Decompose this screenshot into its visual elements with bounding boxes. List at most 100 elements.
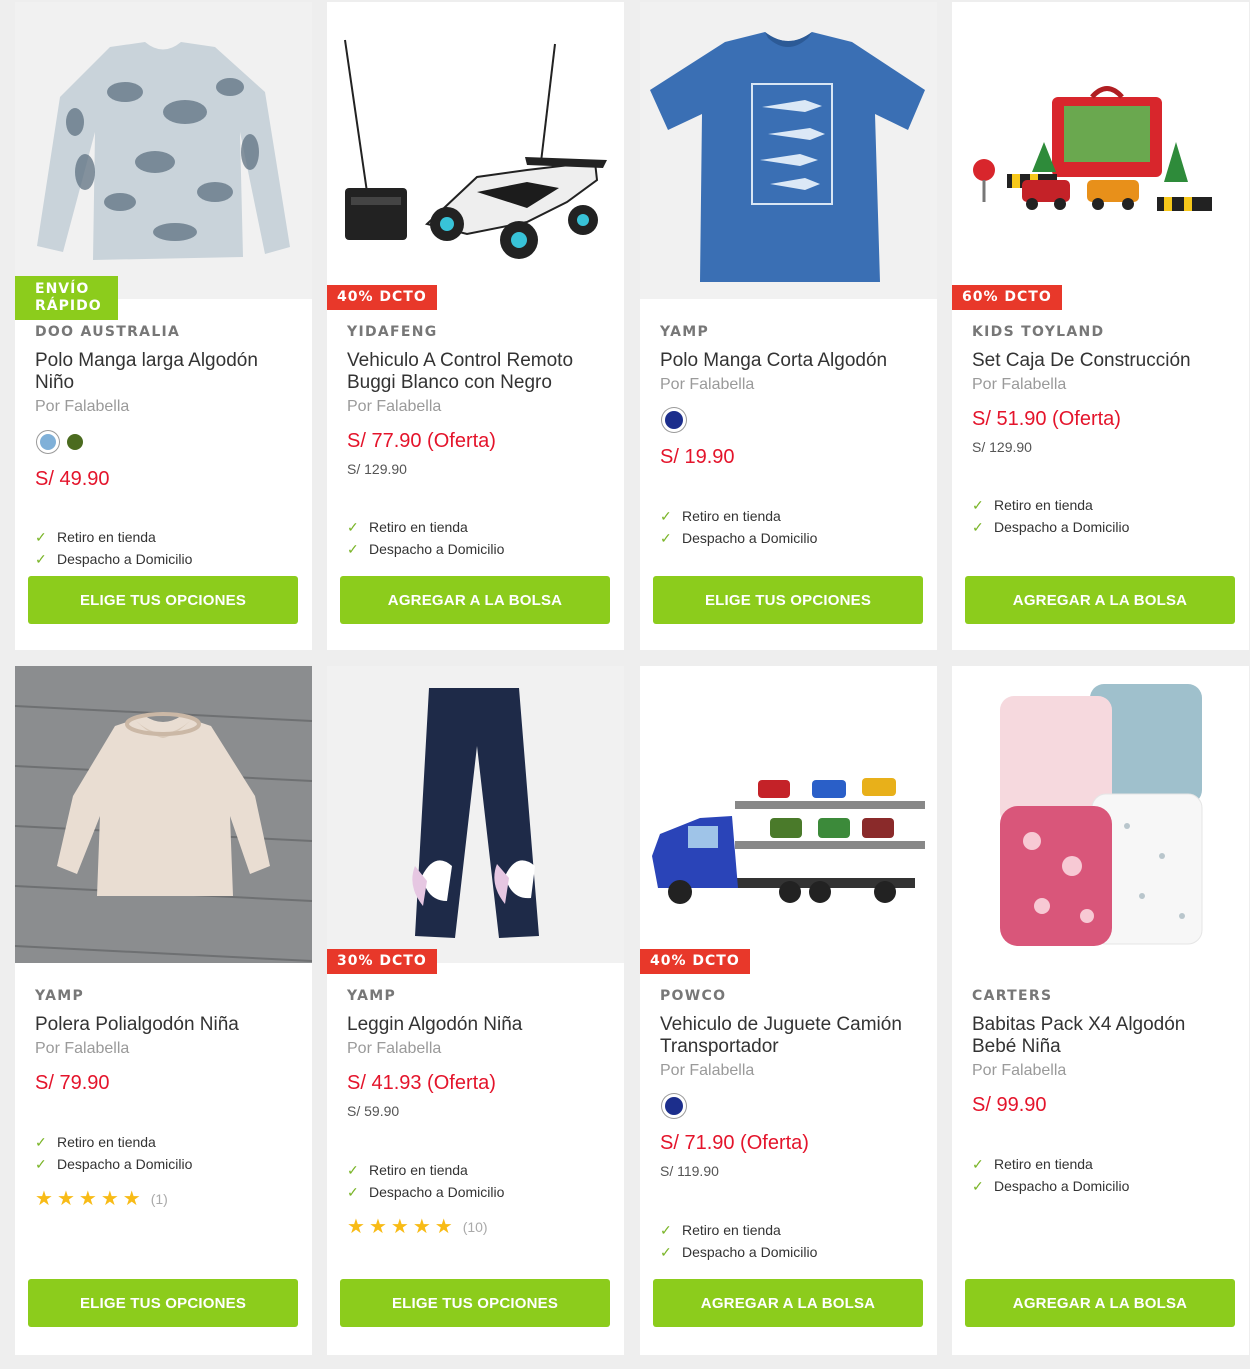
- star-icon: ★: [390, 1216, 409, 1238]
- check-icon: ✓: [347, 1162, 359, 1178]
- product-image[interactable]: [15, 2, 312, 299]
- check-icon: ✓: [35, 1134, 47, 1150]
- check-icon: ✓: [660, 1222, 672, 1238]
- choose-options-button[interactable]: ELIGE TUS OPCIONES: [340, 1279, 610, 1327]
- color-swatch-navy[interactable]: [665, 411, 683, 429]
- home-delivery-label: Despacho a Domicilio: [682, 1244, 818, 1260]
- rating-stars[interactable]: ★ ★ ★ ★ ★ (10): [347, 1214, 488, 1239]
- check-icon: ✓: [660, 530, 672, 546]
- product-image[interactable]: [15, 666, 312, 963]
- product-image[interactable]: [640, 666, 937, 963]
- add-to-bag-button[interactable]: AGREGAR A LA BOLSA: [653, 1279, 923, 1327]
- product-price: S/ 71.90 (Oferta): [660, 1132, 809, 1154]
- check-icon: ✓: [347, 541, 359, 557]
- home-delivery-label: Despacho a Domicilio: [682, 530, 818, 546]
- star-icon: ★: [368, 1216, 387, 1238]
- choose-options-button[interactable]: ELIGE TUS OPCIONES: [653, 576, 923, 624]
- product-seller: Por Falabella: [35, 1040, 130, 1057]
- check-icon: ✓: [35, 1156, 47, 1172]
- product-image[interactable]: [640, 2, 937, 299]
- product-price: S/ 77.90 (Oferta): [347, 430, 496, 452]
- product-title[interactable]: Polo Manga larga Algodón Niño: [35, 350, 298, 394]
- choose-options-button[interactable]: ELIGE TUS OPCIONES: [28, 576, 298, 624]
- product-title[interactable]: Leggin Algodón Niña: [347, 1014, 610, 1036]
- delivery-options: ✓ Retiro en tienda ✓ Despacho a Domicilio: [35, 1131, 192, 1175]
- store-pickup-label: Retiro en tienda: [369, 1162, 468, 1178]
- product-brand: POWCO: [660, 988, 727, 1004]
- color-swatch-olive[interactable]: [67, 434, 83, 450]
- store-pickup-label: Retiro en tienda: [682, 1222, 781, 1238]
- product-card[interactable]: ENVÍO RÁPIDO DOO AUSTRALIA Polo Manga la…: [15, 2, 312, 650]
- product-price: S/ 19.90: [660, 446, 735, 468]
- product-old-price: S/ 119.90: [660, 1163, 719, 1179]
- product-title[interactable]: Vehiculo A Control Remoto Buggi Blanco c…: [347, 350, 610, 394]
- product-card[interactable]: 30% DCTO YAMP Leggin Algodón Niña Por Fa…: [327, 666, 624, 1355]
- star-icon: ★: [434, 1216, 453, 1238]
- home-delivery-label: Despacho a Domicilio: [57, 551, 193, 567]
- product-card[interactable]: 40% DCTO YIDAFENG Vehiculo A Control Rem…: [327, 2, 624, 650]
- rating-stars[interactable]: ★ ★ ★ ★ ★ (1): [35, 1186, 168, 1211]
- add-to-bag-button[interactable]: AGREGAR A LA BOLSA: [340, 576, 610, 624]
- product-title[interactable]: Vehiculo de Juguete Camión Transportador: [660, 1014, 923, 1058]
- product-card[interactable]: YAMP Polera Polialgodón Niña Por Falabel…: [15, 666, 312, 1355]
- product-title[interactable]: Babitas Pack X4 Algodón Bebé Niña: [972, 1014, 1235, 1058]
- product-price: S/ 41.93 (Oferta): [347, 1072, 496, 1094]
- store-pickup-label: Retiro en tienda: [994, 497, 1093, 513]
- delivery-options: ✓ Retiro en tienda ✓ Despacho a Domicilio: [660, 505, 817, 549]
- product-old-price: S/ 129.90: [347, 461, 407, 477]
- delivery-options: ✓ Retiro en tienda ✓ Despacho a Domicilio: [347, 1159, 504, 1203]
- product-title[interactable]: Polera Polialgodón Niña: [35, 1014, 298, 1036]
- discount-badge: 60% DCTO: [952, 285, 1062, 310]
- choose-options-button[interactable]: ELIGE TUS OPCIONES: [28, 1279, 298, 1327]
- product-image[interactable]: [952, 2, 1249, 299]
- product-price: S/ 51.90 (Oferta): [972, 408, 1121, 430]
- star-icon: ★: [412, 1216, 431, 1238]
- check-icon: ✓: [35, 529, 47, 545]
- home-delivery-label: Despacho a Domicilio: [369, 1184, 505, 1200]
- check-icon: ✓: [972, 1156, 984, 1172]
- fast-shipping-badge: ENVÍO RÁPIDO: [15, 276, 118, 320]
- home-delivery-label: Despacho a Domicilio: [57, 1156, 193, 1172]
- product-title[interactable]: Set Caja De Construcción: [972, 350, 1235, 372]
- product-title[interactable]: Polo Manga Corta Algodón: [660, 350, 923, 372]
- check-icon: ✓: [972, 519, 984, 535]
- add-to-bag-button[interactable]: AGREGAR A LA BOLSA: [965, 1279, 1235, 1327]
- product-brand: KIDS TOYLAND: [972, 324, 1105, 340]
- product-seller: Por Falabella: [347, 398, 442, 415]
- product-image[interactable]: [327, 2, 624, 299]
- store-pickup-label: Retiro en tienda: [994, 1156, 1093, 1172]
- product-seller: Por Falabella: [35, 398, 130, 415]
- product-brand: CARTERS: [972, 988, 1053, 1004]
- product-old-price: S/ 59.90: [347, 1103, 400, 1119]
- product-brand: YIDAFENG: [347, 324, 438, 340]
- color-swatch-navy[interactable]: [665, 1097, 683, 1115]
- add-to-bag-button[interactable]: AGREGAR A LA BOLSA: [965, 576, 1235, 624]
- delivery-options: ✓ Retiro en tienda ✓ Despacho a Domicilio: [347, 516, 504, 560]
- home-delivery-label: Despacho a Domicilio: [994, 519, 1130, 535]
- review-count: (10): [462, 1218, 488, 1235]
- product-seller: Por Falabella: [972, 376, 1067, 393]
- product-image[interactable]: [327, 666, 624, 963]
- product-brand: YAMP: [660, 324, 710, 340]
- color-swatches: [660, 1092, 923, 1120]
- color-swatch-light-blue[interactable]: [40, 434, 56, 450]
- star-icon: ★: [347, 1216, 365, 1238]
- check-icon: ✓: [35, 551, 47, 567]
- product-brand: YAMP: [35, 988, 85, 1004]
- product-price: S/ 49.90: [35, 468, 110, 490]
- product-card[interactable]: 60% DCTO KIDS TOYLAND Set Caja De Constr…: [952, 2, 1249, 650]
- star-icon: ★: [56, 1188, 75, 1210]
- store-pickup-label: Retiro en tienda: [369, 519, 468, 535]
- store-pickup-label: Retiro en tienda: [57, 1134, 156, 1150]
- product-seller: Por Falabella: [972, 1062, 1067, 1079]
- color-swatches: [35, 428, 298, 456]
- star-icon: ★: [100, 1188, 119, 1210]
- product-card[interactable]: 40% DCTO POWCO Vehiculo de Juguete Camió…: [640, 666, 937, 1355]
- product-card[interactable]: CARTERS Babitas Pack X4 Algodón Bebé Niñ…: [952, 666, 1249, 1355]
- color-swatches: [660, 406, 923, 434]
- discount-badge: 40% DCTO: [327, 285, 437, 310]
- check-icon: ✓: [660, 508, 672, 524]
- product-image[interactable]: [952, 666, 1249, 963]
- store-pickup-label: Retiro en tienda: [682, 508, 781, 524]
- product-card[interactable]: YAMP Polo Manga Corta Algodón Por Falabe…: [640, 2, 937, 650]
